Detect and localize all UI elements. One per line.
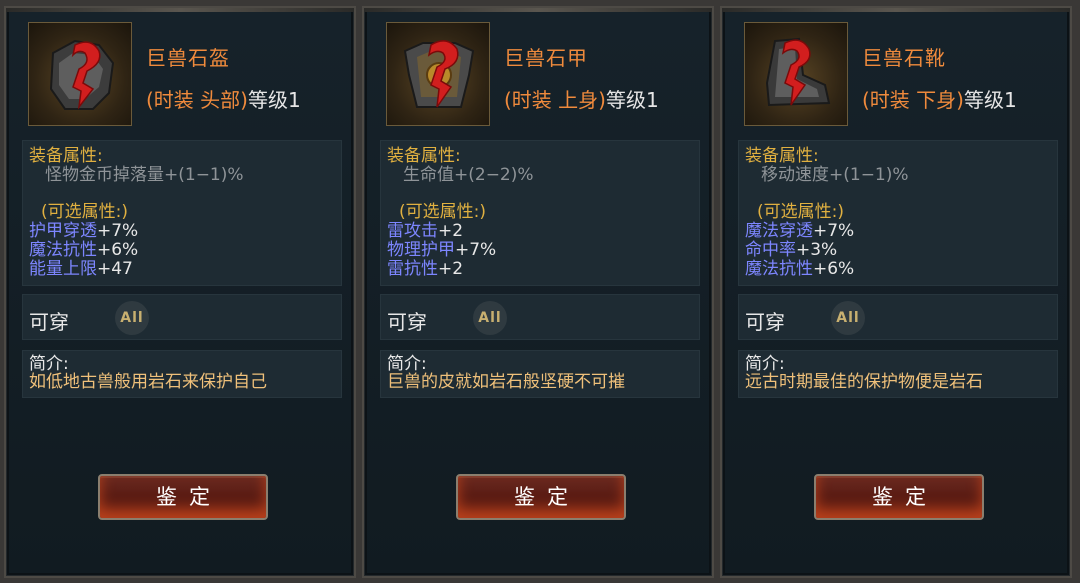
item-slot: (时装 头部) xyxy=(146,88,248,112)
equipment-stats-box: 装备属性: 生命值+(2−2)% (可选属性:) 雷攻击+2 物理护甲+7% 雷… xyxy=(380,140,700,286)
class-all-badge: All xyxy=(473,301,507,335)
item-tooltip-panel-armor: 巨兽石甲 (时装 上身)等级1 装备属性: 生命值+(2−2)% (可选属性:)… xyxy=(362,6,714,578)
item-type-level: (时装 下身)等级1 xyxy=(862,84,1017,113)
optional-stat-value: +7% xyxy=(813,221,855,241)
equipment-attr-label: 装备属性: xyxy=(29,146,103,166)
optional-stat-value: +2 xyxy=(438,259,464,279)
optional-stat: 雷攻击+2 xyxy=(387,222,699,241)
optional-stat: 命中率+3% xyxy=(745,241,1057,260)
intro-text: 巨兽的皮就如岩石般坚硬不可摧 xyxy=(387,372,625,392)
item-level: 等级1 xyxy=(247,88,301,112)
class-all-badge: All xyxy=(115,301,149,335)
item-slot: (时装 下身) xyxy=(862,88,964,112)
optional-stat: 魔法抗性+6% xyxy=(29,241,341,260)
identify-button[interactable]: 鉴定 xyxy=(456,474,626,520)
optional-stat-value: +47 xyxy=(97,259,133,279)
equipment-stats-box: 装备属性: 怪物金币掉落量+(1−1)% (可选属性:) 护甲穿透+7% 魔法抗… xyxy=(22,140,342,286)
item-type-level: (时装 上身)等级1 xyxy=(504,84,659,113)
item-level: 等级1 xyxy=(605,88,659,112)
helmet-icon xyxy=(28,22,132,126)
intro-box[interactable]: 简介: 远古时期最佳的保护物便是岩石 xyxy=(738,350,1058,398)
optional-stat-name: 护甲穿透 xyxy=(29,221,97,241)
item-type-level: (时装 头部)等级1 xyxy=(146,84,301,113)
wearable-row: 可穿 All xyxy=(380,294,700,340)
optional-stat-name: 雷攻击 xyxy=(387,221,438,241)
optional-stat: 魔法抗性+6% xyxy=(745,260,1057,279)
optional-stat-name: 魔法抗性 xyxy=(745,259,813,279)
item-name: 巨兽石盔 xyxy=(146,46,230,70)
armor-icon xyxy=(386,22,490,126)
boots-icon xyxy=(744,22,848,126)
item-name: 巨兽石甲 xyxy=(504,46,588,70)
equipment-stats-box: 装备属性: 移动速度+(1−1)% (可选属性:) 魔法穿透+7% 命中率+3%… xyxy=(738,140,1058,286)
item-slot: (时装 上身) xyxy=(504,88,606,112)
equipment-attr-value: 生命值+(2−2)% xyxy=(403,165,534,185)
wearable-row: 可穿 All xyxy=(738,294,1058,340)
optional-stat: 魔法穿透+7% xyxy=(745,222,1057,241)
equipment-attr-label: 装备属性: xyxy=(387,146,461,166)
optional-stat: 能量上限+47 xyxy=(29,260,341,279)
optional-stat-value: +6% xyxy=(813,259,855,279)
equipment-attr-label: 装备属性: xyxy=(745,146,819,166)
optional-stat-value: +7% xyxy=(97,221,139,241)
intro-label: 简介: xyxy=(29,354,69,374)
wearable-row: 可穿 All xyxy=(22,294,342,340)
optional-stat-value: +6% xyxy=(97,240,139,260)
identify-button[interactable]: 鉴定 xyxy=(814,474,984,520)
optional-attr-label: (可选属性:) xyxy=(41,202,128,222)
intro-box[interactable]: 简介: 巨兽的皮就如岩石般坚硬不可摧 xyxy=(380,350,700,398)
intro-text: 如低地古兽般用岩石来保护自己 xyxy=(29,372,267,392)
equipment-attr-value: 怪物金币掉落量+(1−1)% xyxy=(45,165,244,185)
wearable-label: 可穿 xyxy=(745,310,785,334)
optional-stat: 物理护甲+7% xyxy=(387,241,699,260)
item-tooltip-panel-helmet: 巨兽石盔 (时装 头部)等级1 装备属性: 怪物金币掉落量+(1−1)% (可选… xyxy=(4,6,356,578)
identify-button[interactable]: 鉴定 xyxy=(98,474,268,520)
item-name: 巨兽石靴 xyxy=(862,46,946,70)
optional-stat-name: 雷抗性 xyxy=(387,259,438,279)
optional-attr-label: (可选属性:) xyxy=(399,202,486,222)
wearable-label: 可穿 xyxy=(29,310,69,334)
intro-box[interactable]: 简介: 如低地古兽般用岩石来保护自己 xyxy=(22,350,342,398)
optional-stat: 护甲穿透+7% xyxy=(29,222,341,241)
optional-stat-value: +7% xyxy=(455,240,497,260)
item-tooltip-panel-boots: 巨兽石靴 (时装 下身)等级1 装备属性: 移动速度+(1−1)% (可选属性:… xyxy=(720,6,1072,578)
optional-stat-name: 物理护甲 xyxy=(387,240,455,260)
optional-stat-name: 魔法穿透 xyxy=(745,221,813,241)
optional-attr-label: (可选属性:) xyxy=(757,202,844,222)
wearable-label: 可穿 xyxy=(387,310,427,334)
class-all-badge: All xyxy=(831,301,865,335)
optional-stat-value: +2 xyxy=(438,221,464,241)
optional-stat-name: 命中率 xyxy=(745,240,796,260)
intro-label: 简介: xyxy=(745,354,785,374)
equipment-attr-value: 移动速度+(1−1)% xyxy=(761,165,909,185)
optional-stat-value: +3% xyxy=(796,240,838,260)
optional-stat-name: 魔法抗性 xyxy=(29,240,97,260)
intro-label: 简介: xyxy=(387,354,427,374)
item-level: 等级1 xyxy=(963,88,1017,112)
optional-stat-name: 能量上限 xyxy=(29,259,97,279)
optional-stat: 雷抗性+2 xyxy=(387,260,699,279)
intro-text: 远古时期最佳的保护物便是岩石 xyxy=(745,372,983,392)
